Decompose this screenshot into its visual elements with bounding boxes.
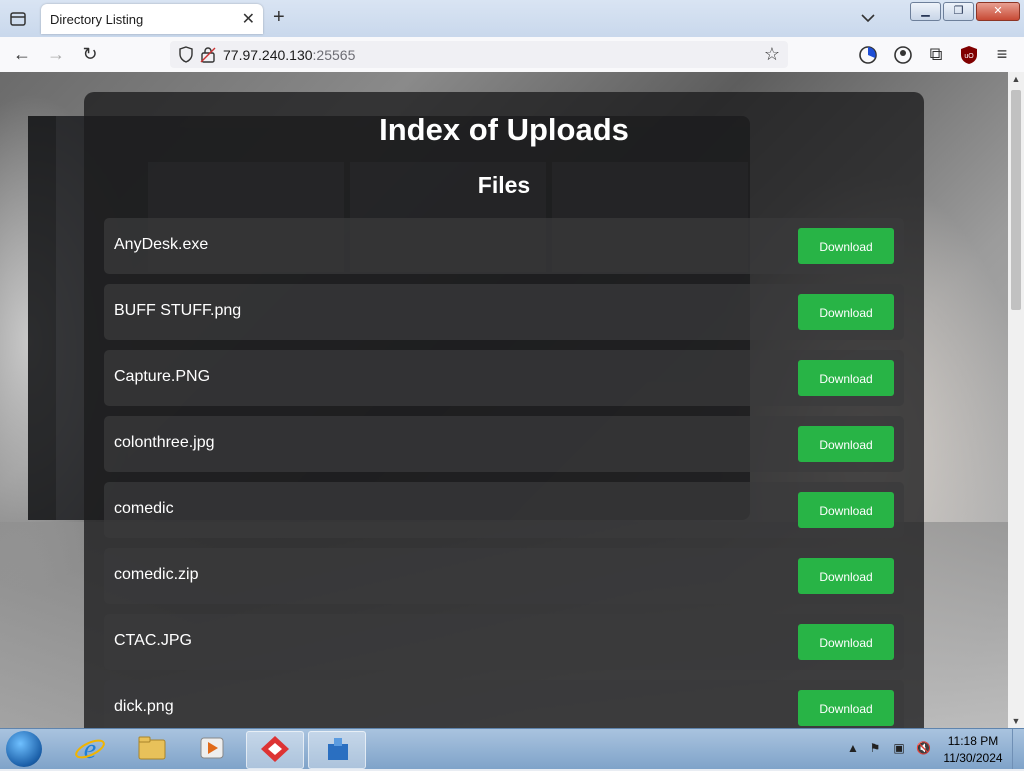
shield-icon[interactable] [178, 46, 194, 63]
back-arrow-icon[interactable]: ← [12, 44, 32, 64]
svg-text:uO: uO [964, 53, 974, 60]
file-row: Capture.PNG Download [104, 350, 904, 406]
chevron-down-icon[interactable] [858, 8, 878, 28]
file-name: Capture.PNG [114, 368, 211, 385]
reload-icon[interactable]: ↻ [80, 44, 100, 64]
file-name: AnyDesk.exe [114, 236, 209, 253]
download-button[interactable]: Download [798, 492, 894, 528]
file-row: BUFF STUFF.png Download [104, 284, 904, 340]
taskbar-file-explorer[interactable] [124, 731, 180, 767]
download-button[interactable]: Download [798, 294, 894, 330]
forward-arrow-icon[interactable]: → [46, 44, 66, 64]
blue-app-icon [328, 738, 348, 760]
close-tab-icon[interactable]: ✕ [242, 9, 255, 29]
files-heading: Files [477, 172, 531, 198]
url-host: 77.97.240.130 [223, 47, 313, 63]
file-name: BUFF STUFF.png [114, 302, 242, 319]
taskbar-media-player[interactable] [184, 731, 240, 767]
tab-list-icon[interactable] [8, 9, 28, 29]
ublock-origin-icon[interactable]: uO [960, 45, 978, 65]
account-icon[interactable] [893, 45, 913, 65]
network-icon[interactable]: ▣ [892, 741, 906, 755]
extensions-icon[interactable]: ⧉ [926, 44, 946, 64]
new-tab-icon[interactable]: + [273, 6, 285, 29]
folder-icon [138, 736, 166, 760]
file-row: CTAC.JPG Download [104, 614, 904, 670]
media-player-icon [200, 737, 224, 759]
red-diamond-app-icon [261, 736, 289, 762]
download-button[interactable]: Download [798, 690, 894, 726]
file-name: dick.png [114, 698, 174, 715]
scrollbar-thumb[interactable] [1011, 90, 1021, 310]
scroll-up-arrow-icon[interactable]: ▲ [1008, 72, 1024, 86]
scroll-down-arrow-icon[interactable]: ▼ [1008, 714, 1024, 728]
download-button[interactable]: Download [798, 558, 894, 594]
clock-time[interactable]: 11:18 PM [940, 734, 1006, 748]
taskbar-internet-explorer[interactable]: e [62, 731, 118, 767]
browser-title-bar: Directory Listing ✕ + ▁ ❐ ✕ [0, 0, 1024, 37]
svg-text:e: e [84, 734, 96, 765]
listing-container: Index of Uploads Files AnyDesk.exe Downl… [84, 92, 924, 728]
taskbar-app-active[interactable] [246, 731, 304, 769]
page-title: Index of Uploads [379, 112, 629, 147]
restore-button[interactable]: ❐ [943, 2, 974, 21]
navigation-bar: ← → ↻ 77.97.240.130:25565 ☆ ⧉ uO ≡ [0, 37, 1024, 73]
file-row: comedic.zip Download [104, 548, 904, 604]
bookmark-star-icon[interactable]: ☆ [764, 44, 780, 65]
background-screenshot-sidebar [28, 116, 56, 520]
download-button[interactable]: Download [798, 228, 894, 264]
show-hidden-icons-icon[interactable]: ▲ [846, 741, 860, 755]
page-viewport: Index of Uploads Files AnyDesk.exe Downl… [0, 72, 1008, 728]
file-name: CTAC.JPG [114, 632, 192, 649]
close-window-button[interactable]: ✕ [976, 2, 1020, 21]
address-bar[interactable]: 77.97.240.130:25565 ☆ [170, 41, 788, 68]
download-button[interactable]: Download [798, 426, 894, 462]
file-row: AnyDesk.exe Download [104, 218, 904, 274]
action-center-flag-icon[interactable]: ⚑ [868, 741, 882, 755]
start-button[interactable] [6, 731, 42, 767]
pocket-icon[interactable] [858, 45, 878, 65]
file-name: comedic.zip [114, 566, 199, 583]
show-desktop-button[interactable] [1012, 729, 1024, 769]
internet-explorer-icon: e [75, 734, 105, 765]
windows-taskbar: e ▲ ⚑ ▣ 🔇 11:18 PM 11/30/2024 [0, 728, 1024, 769]
file-row: dick.png Download [104, 680, 904, 728]
tab-title: Directory Listing [50, 12, 144, 27]
page-scrollbar[interactable]: ▲ ▼ [1008, 72, 1024, 728]
url-text[interactable]: 77.97.240.130:25565 [223, 47, 355, 63]
download-button[interactable]: Download [798, 360, 894, 396]
file-name: colonthree.jpg [114, 434, 215, 451]
file-row: comedic Download [104, 482, 904, 538]
menu-icon[interactable]: ≡ [992, 44, 1012, 64]
file-name: comedic [114, 500, 174, 517]
file-row: colonthree.jpg Download [104, 416, 904, 472]
taskbar-firefox-active[interactable] [308, 731, 366, 769]
url-port: :25565 [312, 47, 356, 63]
clock-date[interactable]: 11/30/2024 [940, 751, 1006, 765]
window-controls: ▁ ❐ ✕ [910, 2, 1020, 21]
download-button[interactable]: Download [798, 624, 894, 660]
volume-muted-icon[interactable]: 🔇 [916, 741, 931, 755]
lock-warning-icon[interactable] [200, 46, 216, 63]
tab-directory-listing[interactable]: Directory Listing ✕ [41, 4, 263, 34]
minimize-button[interactable]: ▁ [910, 2, 941, 21]
